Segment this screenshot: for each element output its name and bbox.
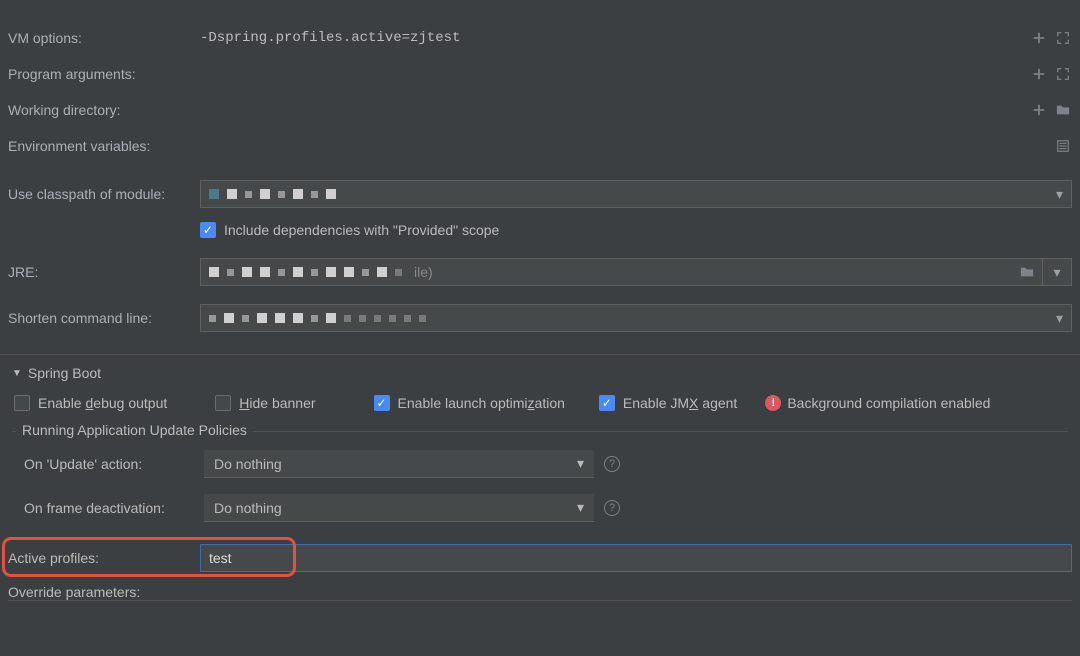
program-arguments-input[interactable]	[200, 66, 1024, 82]
folder-icon[interactable]	[1054, 101, 1072, 119]
warn-label: Background compilation enabled	[787, 395, 990, 411]
include-provided-label: Include dependencies with "Provided" sco…	[224, 222, 499, 238]
dropdown-value: Do nothing	[214, 456, 282, 472]
label-vm-options: VM options:	[8, 30, 200, 46]
help-icon[interactable]: ?	[604, 500, 620, 516]
fieldset-legend: Running Application Update Policies	[16, 422, 253, 438]
checkbox-enable-launch-optimization[interactable]: Enable launch optimization	[374, 395, 565, 411]
row-override-parameters: Override parameters:	[8, 578, 1072, 601]
jre-input[interactable]: ile)	[200, 258, 1042, 286]
chevron-down-icon: ▾	[1056, 186, 1063, 203]
label-environment-variables: Environment variables:	[8, 138, 200, 154]
checkbox-enable-jmx-agent[interactable]: Enable JMX agent	[599, 395, 737, 411]
check-icon	[200, 222, 216, 238]
expand-icon[interactable]	[1054, 29, 1072, 47]
check-label: Enable debug output	[38, 395, 167, 411]
checkbox-enable-debug-output[interactable]: Enable debug output	[14, 395, 167, 411]
collapse-triangle-icon: ▼	[12, 368, 22, 379]
label-on-frame-deactivation: On frame deactivation:	[24, 500, 204, 516]
environment-variables-input[interactable]	[200, 138, 1048, 154]
row-program-arguments: Program arguments:	[0, 56, 1080, 92]
label-jre: JRE:	[8, 264, 200, 280]
add-icon[interactable]	[1030, 65, 1048, 83]
working-directory-input[interactable]	[200, 102, 1024, 118]
label-override-parameters: Override parameters:	[8, 584, 140, 600]
list-icon[interactable]	[1054, 137, 1072, 155]
chevron-down-icon: ▾	[577, 499, 584, 516]
row-include-provided: Include dependencies with "Provided" sco…	[0, 212, 1080, 248]
check-icon	[215, 395, 231, 411]
chevron-down-icon: ▾	[1056, 310, 1063, 327]
row-vm-options: VM options:	[0, 20, 1080, 56]
label-on-update-action: On 'Update' action:	[24, 456, 204, 472]
folder-icon[interactable]	[1018, 263, 1036, 281]
row-working-directory: Working directory:	[0, 92, 1080, 128]
row-spring-boot-options: Enable debug output Hide banner Enable l…	[0, 385, 1080, 421]
check-label: Enable JMX agent	[623, 395, 737, 411]
warning-icon: !	[765, 395, 781, 411]
section-header-spring-boot[interactable]: ▼ Spring Boot	[0, 355, 1080, 385]
row-active-profiles: Active profiles:	[0, 544, 1080, 572]
warning-background-compilation: ! Background compilation enabled	[765, 395, 990, 411]
check-label: Hide banner	[239, 395, 315, 411]
help-icon[interactable]: ?	[604, 456, 620, 472]
row-on-update-action: On 'Update' action: Do nothing ▾ ?	[12, 442, 1068, 486]
obscured-value	[209, 313, 426, 323]
label-working-directory: Working directory:	[8, 102, 200, 118]
on-frame-deactivation-dropdown[interactable]: Do nothing ▾	[204, 494, 594, 522]
row-classpath-module: Use classpath of module: ▾	[0, 176, 1080, 212]
section-title: Spring Boot	[28, 365, 101, 381]
row-jre: JRE: ile) ▾	[0, 254, 1080, 290]
row-shorten-command-line: Shorten command line: ▾	[0, 300, 1080, 336]
label-program-arguments: Program arguments:	[8, 66, 200, 82]
label-active-profiles: Active profiles:	[8, 550, 200, 566]
check-icon	[374, 395, 390, 411]
check-icon	[599, 395, 615, 411]
check-label: Enable launch optimization	[398, 395, 565, 411]
expand-icon[interactable]	[1054, 65, 1072, 83]
check-icon	[14, 395, 30, 411]
chevron-down-icon: ▾	[577, 455, 584, 472]
row-environment-variables: Environment variables:	[0, 128, 1080, 164]
obscured-value: ile)	[209, 264, 433, 280]
row-on-frame-deactivation: On frame deactivation: Do nothing ▾ ?	[12, 486, 1068, 530]
checkbox-include-provided[interactable]: Include dependencies with "Provided" sco…	[200, 222, 499, 238]
dropdown-value: Do nothing	[214, 500, 282, 516]
label-classpath-module: Use classpath of module:	[8, 186, 200, 202]
jre-dropdown-button[interactable]: ▾	[1042, 258, 1072, 286]
checkbox-hide-banner[interactable]: Hide banner	[215, 395, 315, 411]
on-update-action-dropdown[interactable]: Do nothing ▾	[204, 450, 594, 478]
add-icon[interactable]	[1030, 101, 1048, 119]
chevron-down-icon: ▾	[1053, 264, 1060, 281]
label-shorten-command-line: Shorten command line:	[8, 310, 200, 326]
fieldset-update-policies: Running Application Update Policies On '…	[12, 431, 1068, 530]
classpath-module-dropdown[interactable]: ▾	[200, 180, 1072, 208]
vm-options-input[interactable]	[200, 30, 1024, 46]
add-icon[interactable]	[1030, 29, 1048, 47]
shorten-command-line-dropdown[interactable]: ▾	[200, 304, 1072, 332]
active-profiles-input[interactable]	[200, 544, 1072, 572]
obscured-value	[209, 189, 336, 199]
